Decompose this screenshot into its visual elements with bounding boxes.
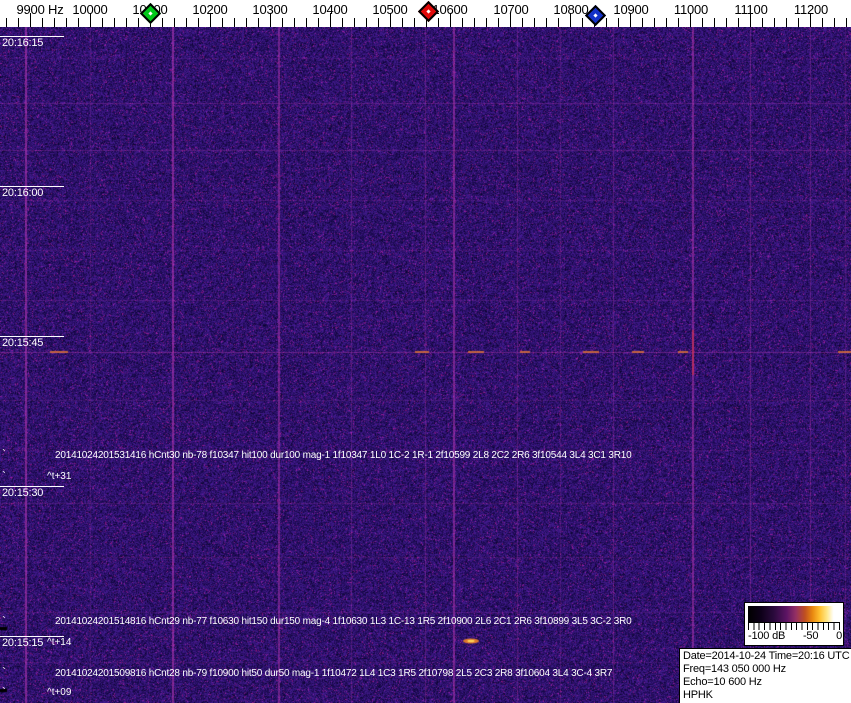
ruler-minor-tick [714, 18, 715, 27]
edge-event-tick: ` [2, 469, 6, 483]
ruler-minor-tick [6, 18, 7, 27]
frequency-tick-label: 9900 Hz [16, 2, 63, 17]
frequency-tick-label: 11000 [674, 2, 708, 17]
ruler-minor-tick [306, 18, 307, 27]
ruler-minor-tick [822, 18, 823, 27]
frequency-tick-label: 10300 [252, 2, 287, 17]
ruler-minor-tick [126, 18, 127, 27]
ruler-minor-tick [234, 18, 235, 27]
time-tick-label: 20:15:15 [2, 637, 43, 649]
ruler-minor-tick [114, 18, 115, 27]
ruler-minor-tick [654, 18, 655, 27]
ruler-minor-tick [786, 18, 787, 27]
db-scale-ticks [748, 622, 840, 630]
detection-log-line: 20141024201514816 hCnt29 nb-77 f10630 hi… [55, 616, 631, 627]
spectrogram-window: 9900 Hz100001010010200103001040010500106… [0, 0, 851, 703]
detection-log-line: 20141024201531416 hCnt30 nb-78 f10347 hi… [55, 450, 631, 461]
ruler-minor-tick [474, 18, 475, 27]
ruler-minor-tick [462, 18, 463, 27]
ruler-minor-tick [618, 18, 619, 27]
info-freq-line: Freq=143 050 000 Hz [683, 663, 851, 676]
frequency-tick-label: 10500 [372, 2, 407, 17]
ruler-minor-tick [438, 18, 439, 27]
db-scale-labels: -100 dB -50 0 [748, 630, 842, 643]
ruler-minor-tick [486, 18, 487, 27]
ruler-minor-tick [354, 18, 355, 27]
ruler-minor-tick [318, 18, 319, 27]
ruler-minor-tick [258, 18, 259, 27]
db-label-max: 0 [836, 630, 842, 643]
ruler-minor-tick [366, 18, 367, 27]
db-label-mid: -50 [803, 630, 818, 643]
ruler-minor-tick [186, 18, 187, 27]
frequency-tick-label: 11200 [794, 2, 828, 17]
edge-event-tick: ` [2, 614, 6, 628]
info-station-line: HPHK [683, 689, 851, 702]
ruler-minor-tick [294, 18, 295, 27]
ruler-minor-tick [846, 18, 847, 27]
ruler-minor-tick [834, 18, 835, 27]
ruler-minor-tick [402, 18, 403, 27]
ruler-minor-tick [738, 18, 739, 27]
ruler-minor-tick [174, 18, 175, 27]
ruler-minor-tick [246, 18, 247, 27]
frequency-tick-label: 10200 [192, 2, 227, 17]
status-info-box: Date=2014-10-24 Time=20:16 UTC Freq=143 … [679, 648, 851, 703]
ruler-minor-tick [414, 18, 415, 27]
detection-time-offset-label: ^t+31 [47, 471, 71, 482]
ruler-minor-tick [666, 18, 667, 27]
time-tick-label: 20:15:45 [2, 337, 43, 349]
ruler-minor-tick [498, 18, 499, 27]
time-tick-label: 20:15:30 [2, 487, 43, 499]
edge-event-tick: ` [2, 665, 6, 679]
edge-event-tick: ` [2, 685, 6, 699]
ruler-minor-tick [726, 18, 727, 27]
spectrogram-waterfall-canvas[interactable] [0, 27, 851, 703]
ruler-minor-tick [558, 18, 559, 27]
ruler-minor-tick [342, 18, 343, 27]
detection-log-line: 20141024201509816 hCnt28 nb-79 f10900 hi… [55, 668, 612, 679]
ruler-minor-tick [774, 18, 775, 27]
ruler-minor-tick [102, 18, 103, 27]
detection-time-offset-label: ^t+09 [47, 687, 71, 698]
db-label-min: -100 dB [748, 630, 785, 643]
ruler-minor-tick [222, 18, 223, 27]
detection-time-offset-label: ^t+14 [47, 637, 71, 648]
db-gradient-bar [748, 606, 840, 622]
ruler-minor-tick [606, 18, 607, 27]
ruler-minor-tick [18, 18, 19, 27]
ruler-minor-tick [642, 18, 643, 27]
ruler-minor-tick [678, 18, 679, 27]
frequency-tick-label: 11100 [734, 2, 767, 17]
ruler-minor-tick [282, 18, 283, 27]
ruler-minor-tick [162, 18, 163, 27]
ruler-minor-tick [78, 18, 79, 27]
edge-event-tick: ` [2, 447, 6, 461]
info-echo-line: Echo=10 600 Hz [683, 676, 851, 689]
ruler-minor-tick [582, 18, 583, 27]
frequency-ruler[interactable]: 9900 Hz100001010010200103001040010500106… [0, 0, 851, 27]
ruler-minor-tick [546, 18, 547, 27]
ruler-minor-tick [54, 18, 55, 27]
ruler-minor-tick [198, 18, 199, 27]
frequency-tick-label: 10400 [312, 2, 347, 17]
time-tick-label: 20:16:15 [2, 37, 43, 49]
frequency-tick-label: 10900 [613, 2, 648, 17]
ruler-minor-tick [702, 18, 703, 27]
ruler-minor-tick [66, 18, 67, 27]
info-date-line: Date=2014-10-24 Time=20:16 UTC [683, 650, 851, 663]
db-scale-panel: -100 dB -50 0 [744, 602, 844, 646]
frequency-tick-label: 10000 [72, 2, 107, 17]
frequency-tick-label: 10800 [553, 2, 588, 17]
ruler-minor-tick [534, 18, 535, 27]
ruler-minor-tick [378, 18, 379, 27]
ruler-minor-tick [522, 18, 523, 27]
time-tick-label: 20:16:00 [2, 187, 43, 199]
ruler-minor-tick [762, 18, 763, 27]
ruler-minor-tick [798, 18, 799, 27]
ruler-minor-tick [42, 18, 43, 27]
ruler-minor-tick [138, 18, 139, 27]
frequency-tick-label: 10700 [493, 2, 528, 17]
